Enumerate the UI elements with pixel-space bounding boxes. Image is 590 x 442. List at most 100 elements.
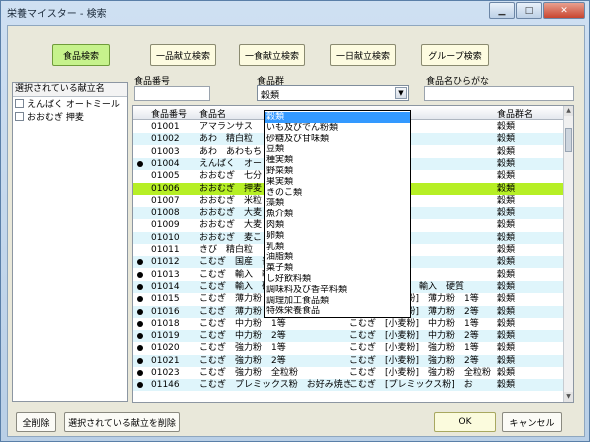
bullet-icon	[137, 357, 143, 364]
food-group-cell: 穀類	[497, 380, 516, 391]
dropdown-option[interactable]: 特殊栄養食品	[265, 306, 410, 317]
meal-search-button[interactable]: 一食献立検索	[239, 44, 305, 66]
food-name-cell: こむぎ 強力粉 1等	[199, 343, 286, 354]
scroll-down-icon[interactable]: ▼	[564, 392, 573, 402]
selected-menu-item[interactable]: えんばく オートミール	[13, 97, 127, 110]
table-row[interactable]: 01019 こむぎ 中力粉 2等 こむぎ [小麦粉] 中力粉 2等 穀類	[133, 330, 565, 343]
table-row[interactable]: 01023 こむぎ 強力粉 全粒粉 こむぎ [小麦粉] 強力粉 全粒粉 穀類	[133, 367, 565, 379]
day-search-button[interactable]: 一日献立検索	[330, 44, 396, 66]
ok-button[interactable]: OK	[434, 412, 496, 432]
food-code-cell: 01021	[151, 355, 180, 366]
food-detail-cell: こむぎ [小麦粉] 強力粉 1等	[349, 343, 479, 354]
dropdown-option[interactable]: 調理加工食品類	[265, 296, 410, 307]
food-search-button[interactable]: 食品検索	[52, 44, 110, 66]
dropdown-option[interactable]: 肉類	[265, 220, 410, 231]
food-group-cell: 穀類	[497, 343, 516, 354]
food-code-cell: 01010	[151, 232, 180, 243]
food-name-cell: おおむぎ 押麦	[199, 183, 263, 194]
food-name-cell: あわ 精白粒	[199, 134, 254, 145]
food-code-cell: 01014	[151, 281, 180, 292]
dropdown-option[interactable]: 砂糖及び甘味類	[265, 134, 410, 145]
food-detail-cell: こむぎ [プレミックス粉] お	[349, 380, 473, 391]
food-group-cell: 穀類	[497, 318, 516, 329]
bullet-icon	[137, 382, 143, 389]
food-group-select[interactable]: 穀類 ▼	[257, 85, 409, 101]
food-code-cell: 01146	[151, 380, 180, 391]
maximize-icon[interactable]: □	[516, 2, 542, 19]
table-row[interactable]: 01018 こむぎ 中力粉 1等 こむぎ [小麦粉] 中力粉 1等 穀類	[133, 318, 565, 330]
food-detail-cell: こむぎ [小麦粉] 中力粉 2等	[349, 331, 479, 342]
dropdown-option[interactable]: 豆類	[265, 144, 410, 155]
dropdown-option[interactable]: 油脂類	[265, 252, 410, 263]
food-name-cell: こむぎ 輸入 軟	[199, 269, 272, 280]
food-name-cell: こむぎ プレミックス粉 お好み焼き	[199, 380, 352, 391]
column-food-name[interactable]: 食品名	[199, 107, 226, 120]
food-name-cell: こむぎ 中力粉 1等	[199, 318, 286, 329]
food-code-cell: 01003	[151, 146, 180, 157]
food-code-input[interactable]	[134, 86, 210, 101]
food-group-cell: 穀類	[497, 331, 516, 342]
dropdown-option[interactable]: し好飲料類	[265, 274, 410, 285]
close-icon[interactable]: ✕	[543, 2, 585, 19]
food-group-cell: 穀類	[497, 306, 516, 317]
dropdown-option[interactable]: 調味料及び香辛料類	[265, 285, 410, 296]
dropdown-option[interactable]: きのこ類	[265, 188, 410, 199]
vertical-scrollbar[interactable]: ▲ ▼	[563, 106, 573, 402]
column-food-group[interactable]: 食品群名	[497, 107, 533, 120]
food-group-cell: 穀類	[497, 294, 516, 305]
selected-menu-item[interactable]: おおむぎ 押麦	[13, 110, 127, 123]
food-group-cell: 穀類	[497, 195, 516, 206]
checkbox-icon[interactable]	[15, 99, 24, 108]
food-code-cell: 01001	[151, 122, 180, 132]
food-detail-cell: こむぎ [小麦粉] 強力粉 全粒粉	[349, 368, 492, 378]
delete-selected-menu-button[interactable]: 選択されている献立を削除	[64, 412, 180, 432]
food-code-cell: 01009	[151, 220, 180, 231]
cancel-button[interactable]: キャンセル	[502, 412, 562, 432]
selected-menu-item-label: えんばく オートミール	[27, 100, 120, 110]
scroll-up-icon[interactable]: ▲	[564, 106, 573, 116]
column-food-code[interactable]: 食品番号	[151, 107, 187, 120]
bullet-icon	[137, 259, 143, 266]
dropdown-option[interactable]: 種実類	[265, 155, 410, 166]
table-row[interactable]: 01146 こむぎ プレミックス粉 お好み焼き こむぎ [プレミックス粉] お 穀類	[133, 379, 565, 392]
food-code-cell: 01005	[151, 171, 180, 182]
food-group-cell: 穀類	[497, 220, 516, 231]
food-group-cell: 穀類	[497, 208, 516, 219]
dropdown-option[interactable]: 卵類	[265, 231, 410, 242]
food-name-cell: おおむぎ 大麦	[199, 220, 263, 231]
food-group-select-value: 穀類	[261, 91, 280, 101]
clear-all-button[interactable]: 全削除	[16, 412, 56, 432]
dropdown-option[interactable]: 魚介類	[265, 209, 410, 220]
scroll-thumb[interactable]	[565, 128, 572, 152]
dropdown-option[interactable]: 乳類	[265, 242, 410, 253]
table-row[interactable]: 01020 こむぎ 強力粉 1等 こむぎ [小麦粉] 強力粉 1等 穀類	[133, 342, 565, 354]
food-name-cell: あわ あわもち	[199, 146, 263, 157]
dropdown-option[interactable]: いも及びでん粉類	[265, 123, 410, 134]
dropdown-option[interactable]: 果実類	[265, 177, 410, 188]
food-code-cell: 01020	[151, 343, 180, 354]
food-code-cell: 01013	[151, 269, 180, 280]
bullet-icon	[137, 320, 143, 327]
checkbox-icon[interactable]	[15, 112, 24, 121]
dropdown-option[interactable]: 野菜類	[265, 166, 410, 177]
dish-search-button[interactable]: 一品献立検索	[150, 44, 216, 66]
group-search-button[interactable]: グループ検索	[421, 44, 489, 66]
bullet-icon	[137, 160, 143, 167]
food-code-cell: 01006	[151, 183, 180, 194]
dropdown-option[interactable]: 藻類	[265, 198, 410, 209]
food-group-cell: 穀類	[497, 281, 516, 292]
client-area: 食品検索 一品献立検索 一食献立検索 一日献立検索 グループ検索 食品番号 食品…	[7, 25, 585, 437]
chevron-down-icon[interactable]: ▼	[395, 87, 407, 99]
table-row[interactable]: 01021 こむぎ 強力粉 2等 こむぎ [小麦粉] 強力粉 2等 穀類	[133, 354, 565, 367]
minimize-icon[interactable]: ▁	[489, 2, 515, 19]
food-code-cell: 01004	[151, 158, 180, 169]
selected-menu-item-label: おおむぎ 押麦	[27, 113, 84, 123]
food-group-cell: 穀類	[497, 245, 516, 255]
food-kana-input[interactable]	[424, 86, 574, 101]
main-window: 栄養マイスター - 検索 ▁ □ ✕ 食品検索 一品献立検索 一食献立検索 一日…	[0, 0, 590, 442]
dropdown-option[interactable]: 菓子類	[265, 263, 410, 274]
dropdown-option[interactable]: 穀類	[265, 112, 410, 123]
food-group-dropdown-list: 穀類 いも及びでん粉類 砂糖及び甘味類 豆類 種実類 野菜類 果実類 きのこ類 藻類 魚介類 肉類卵…	[264, 110, 411, 318]
food-group-cell: 穀類	[497, 232, 516, 243]
food-name-cell: おおむぎ 米粒	[199, 195, 263, 206]
